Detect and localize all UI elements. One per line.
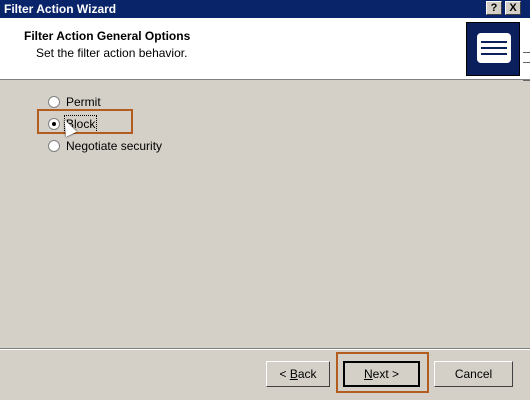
- background-window-edge: [523, 80, 530, 81]
- background-window-edge: [523, 62, 530, 63]
- block-radio[interactable]: [48, 118, 60, 130]
- window-title: Filter Action Wizard: [4, 2, 117, 16]
- title-bar: Filter Action Wizard ? X: [0, 0, 530, 18]
- next-rest: ext >: [372, 367, 400, 381]
- negotiate-security-label: Negotiate security: [66, 139, 163, 153]
- scroll-shape: [477, 33, 511, 63]
- permit-radio[interactable]: [48, 96, 60, 108]
- footer-separator: [0, 348, 530, 350]
- page-title: Filter Action General Options: [24, 29, 191, 43]
- next-hotkey: N: [363, 367, 373, 381]
- option-permit[interactable]: Permit: [48, 95, 101, 109]
- permit-label: Permit: [66, 95, 101, 109]
- page-subtitle: Set the filter action behavior.: [36, 46, 188, 60]
- next-button[interactable]: Next >: [343, 361, 420, 387]
- back-button[interactable]: < Back: [266, 361, 330, 387]
- back-prefix: <: [279, 367, 290, 381]
- wizard-scroll-icon: [466, 22, 520, 76]
- negotiate-security-radio[interactable]: [48, 140, 60, 152]
- cancel-button[interactable]: Cancel: [434, 361, 513, 387]
- back-rest: ack: [297, 367, 317, 381]
- wizard-header: Filter Action General Options Set the fi…: [0, 18, 530, 80]
- background-window-edge: [523, 52, 530, 53]
- help-button[interactable]: ?: [486, 1, 502, 15]
- close-button[interactable]: X: [505, 1, 521, 15]
- back-hotkey: B: [289, 367, 298, 381]
- option-negotiate-security[interactable]: Negotiate security: [48, 139, 162, 153]
